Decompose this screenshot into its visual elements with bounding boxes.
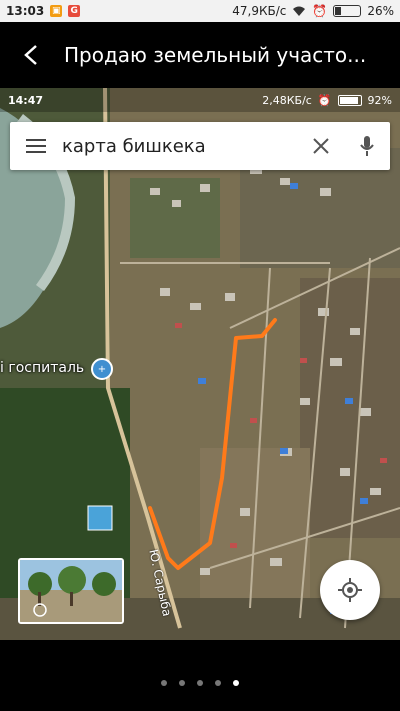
pager-dot[interactable] <box>197 680 203 686</box>
photo-battery-percent: 92% <box>367 93 392 107</box>
photo-pager <box>0 680 400 686</box>
mic-icon <box>360 136 374 156</box>
photo-clock: 14:47 <box>8 93 44 107</box>
pager-dot[interactable] <box>179 680 185 686</box>
hospital-pin-icon[interactable]: + <box>91 358 113 380</box>
orange-app-icon: ▣ <box>50 5 63 17</box>
pager-dot-active[interactable] <box>233 680 239 686</box>
pager-dot[interactable] <box>215 680 221 686</box>
wifi-icon <box>293 6 306 16</box>
menu-icon <box>26 139 46 153</box>
photo-alarm-icon: ⏰ <box>317 93 332 107</box>
listing-title: Продаю земельный участо... <box>64 43 367 67</box>
photo-battery-icon <box>337 94 362 106</box>
battery-icon <box>333 5 362 17</box>
street-view-icon <box>20 560 122 622</box>
my-location-icon <box>338 578 362 602</box>
photo-network-speed: 2,48КБ/с <box>262 93 312 107</box>
menu-button[interactable] <box>10 122 62 170</box>
pager-dot[interactable] <box>161 680 167 686</box>
device-status-bar: 13:03 ▣ G 47,9КБ/с ⏰ 26% <box>0 0 400 22</box>
back-button[interactable] <box>0 22 64 88</box>
search-query[interactable]: карта бишкека <box>62 136 298 157</box>
photo-status-bar: 14:47 2,48КБ/с ⏰ 92% <box>0 88 400 112</box>
voice-search-button[interactable] <box>344 122 390 170</box>
network-speed: 47,9КБ/с <box>232 4 287 18</box>
street-view-thumbnail[interactable] <box>18 558 124 624</box>
battery-percent: 26% <box>367 4 394 18</box>
arrow-back-icon <box>24 45 37 65</box>
map-search-bar[interactable]: карта бишкека <box>10 122 390 170</box>
listing-photo[interactable]: 14:47 2,48КБ/с ⏰ 92% карта бишкека і гос… <box>0 88 400 640</box>
close-icon <box>313 138 329 154</box>
app-bar: Продаю земельный участо... <box>0 22 400 88</box>
clear-search-button[interactable] <box>298 122 344 170</box>
device-clock: 13:03 <box>6 4 45 18</box>
alarm-icon: ⏰ <box>312 4 328 18</box>
google-icon: G <box>68 5 81 17</box>
place-label: і госпиталь <box>0 360 85 376</box>
my-location-button[interactable] <box>320 560 380 620</box>
